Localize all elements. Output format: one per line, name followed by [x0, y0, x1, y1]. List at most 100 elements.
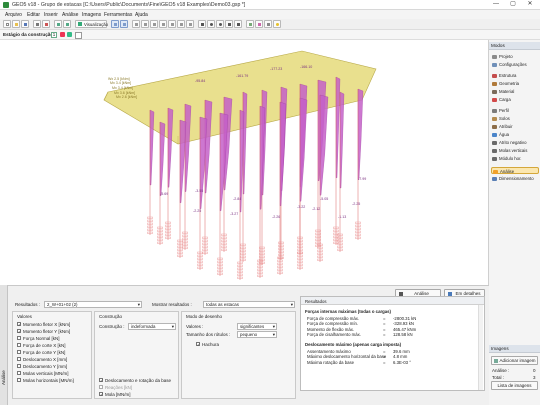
- zoom-fit-icon[interactable]: [225, 20, 233, 28]
- mode-geometria[interactable]: Geometria: [491, 80, 539, 87]
- results-header: Resultados: [305, 298, 327, 304]
- diagram-value-label: -5.69: [160, 192, 168, 196]
- vertical-springs-icon: [492, 148, 497, 153]
- mode-atrito-negativo[interactable]: Atrito negativo: [491, 139, 539, 146]
- label-size-select[interactable]: pequeno: [237, 331, 277, 338]
- maximize-button[interactable]: ▢: [505, 0, 521, 9]
- value-checkbox[interactable]: [17, 357, 21, 361]
- diagram-value-label: -3.55: [195, 189, 203, 193]
- result-label: Força de compressão mín.: [307, 321, 359, 327]
- mode-estrutura[interactable]: Estrutura: [491, 72, 539, 79]
- view-rotate-icon[interactable]: [186, 20, 194, 28]
- view-top-icon[interactable]: [132, 20, 140, 28]
- value-checkbox[interactable]: [17, 350, 21, 354]
- value-checkbox[interactable]: [17, 336, 21, 340]
- grid-icon[interactable]: [246, 20, 254, 28]
- analysis-icon: [493, 169, 498, 174]
- view-3d-icon[interactable]: [111, 20, 119, 28]
- images-header: Imagens: [489, 345, 540, 353]
- menu-arquivo[interactable]: Arquivo: [5, 12, 22, 18]
- values-group: Valores ✓ Momento fletor X [kNm] ✓ Momento …: [12, 311, 92, 399]
- menu-editar[interactable]: Editar: [27, 12, 40, 18]
- undo-icon[interactable]: [54, 20, 62, 28]
- results-select[interactable]: 2_W+01+02 (2): [44, 301, 142, 308]
- value-checkbox[interactable]: [17, 371, 21, 375]
- analysis-side-tab[interactable]: Análise: [0, 285, 8, 405]
- visualization-button[interactable]: Visualização: [75, 20, 108, 28]
- 3d-view[interactable]: Mx 3.4 [kNm] Mx 3.4 [kNm] Mx 3.6 [kNm] Mx 2…: [0, 40, 489, 285]
- mode-analise[interactable]: Análise: [491, 167, 539, 174]
- zoom-in-icon[interactable]: [207, 20, 215, 28]
- value-checkbox[interactable]: [17, 364, 21, 368]
- value-checkbox[interactable]: ✓: [17, 322, 21, 327]
- base-displacement-checkbox[interactable]: ✓: [99, 378, 103, 383]
- move-icon[interactable]: [198, 20, 206, 28]
- modes-panel: Modos Projeto Configurações Estrutura Ge…: [489, 40, 540, 405]
- show-results-select[interactable]: todas as estacas: [203, 301, 295, 308]
- redo-icon[interactable]: [63, 20, 71, 28]
- label-size-label: Tamanho dos rótulos :: [186, 332, 231, 337]
- construction-select[interactable]: indeformada: [128, 323, 176, 330]
- mode-solos[interactable]: Solos: [491, 115, 539, 122]
- save-icon[interactable]: [21, 20, 29, 28]
- image-list-button[interactable]: Lista de imagens: [491, 381, 538, 390]
- result-label: Momento de flexão máx.: [307, 326, 355, 332]
- result-eq: =: [383, 354, 386, 360]
- reactions-checkbox[interactable]: [99, 385, 103, 389]
- mode-molas-verticais[interactable]: Molas verticais: [491, 147, 539, 154]
- moment-diagram: [159, 121, 166, 196]
- mode-modulo-hor[interactable]: Módulo hor.: [491, 155, 539, 162]
- value-checkbox[interactable]: [17, 378, 21, 382]
- hint-icon[interactable]: [273, 20, 281, 28]
- view-left-icon[interactable]: [177, 20, 185, 28]
- stage-remove-icon[interactable]: [60, 32, 65, 37]
- zoom-out-icon[interactable]: [216, 20, 224, 28]
- close-button[interactable]: ✕: [522, 0, 538, 9]
- diagram-value-label: -95.84: [195, 79, 205, 83]
- result-eq: =: [383, 349, 386, 354]
- menu-ajuda[interactable]: Ajuda: [135, 12, 148, 18]
- open-file-icon[interactable]: [12, 20, 20, 28]
- mode-carga[interactable]: Carga: [491, 96, 539, 103]
- stage-add-icon[interactable]: [67, 32, 72, 37]
- mode-perfil[interactable]: Perfil: [491, 107, 539, 114]
- view-side-icon[interactable]: [141, 20, 149, 28]
- results-scrollbar[interactable]: [478, 305, 483, 390]
- moment-diagram: [149, 109, 155, 186]
- mode-dimensionamento[interactable]: Dimensionamento: [491, 175, 539, 182]
- value-checkbox[interactable]: [17, 343, 21, 347]
- pile-group-diagram: Mx 3.4 [kNm]Mx 3.4 [kNm]Mx 3.6 [kNm]Mx 2…: [103, 50, 377, 280]
- mode-agua[interactable]: Água: [491, 131, 539, 138]
- menu-inserir[interactable]: Inserir: [44, 12, 58, 18]
- color-icon[interactable]: [255, 20, 263, 28]
- mode-projeto[interactable]: Projeto: [491, 53, 539, 60]
- print-icon[interactable]: [33, 20, 41, 28]
- draw-values-select[interactable]: significantes: [237, 323, 277, 330]
- new-file-icon[interactable]: [3, 20, 11, 28]
- export-icon[interactable]: [42, 20, 50, 28]
- mode-material[interactable]: Material: [491, 88, 539, 95]
- settings-icon[interactable]: [264, 20, 272, 28]
- zoom-window-icon[interactable]: [234, 20, 242, 28]
- menu-analise[interactable]: Análise: [62, 12, 78, 18]
- stage-1-button[interactable]: 1: [51, 31, 57, 38]
- view-iso-icon[interactable]: [150, 20, 158, 28]
- mode-configuracoes[interactable]: Configurações: [491, 61, 539, 68]
- value-label: Deslocamento Y [mm]: [23, 363, 68, 369]
- hatching-checkbox[interactable]: ✓: [196, 342, 200, 347]
- view-bottom-icon[interactable]: [159, 20, 167, 28]
- value-checkbox[interactable]: ✓: [17, 329, 21, 334]
- analysis-side-tab-label: Análise: [1, 370, 6, 385]
- spring-checkbox[interactable]: ✓: [99, 392, 103, 397]
- mode-atribuir[interactable]: Atribuir: [491, 123, 539, 130]
- menu-imagens[interactable]: Imagens: [82, 12, 101, 18]
- stage-settings-icon[interactable]: [75, 31, 82, 39]
- value-label: Momento fletor Y [kNm]: [23, 328, 71, 334]
- view-front-icon[interactable]: [120, 20, 128, 28]
- view-right-icon[interactable]: [168, 20, 176, 28]
- displacement-title: Deslocamento máximo (apenas carga impost…: [305, 342, 401, 347]
- menu-ferramentas[interactable]: Ferramentas: [104, 12, 132, 18]
- result-value: 39.6 mm: [393, 349, 410, 354]
- minimize-button[interactable]: —: [488, 0, 504, 9]
- add-image-button[interactable]: Adicionar imagem: [491, 356, 538, 365]
